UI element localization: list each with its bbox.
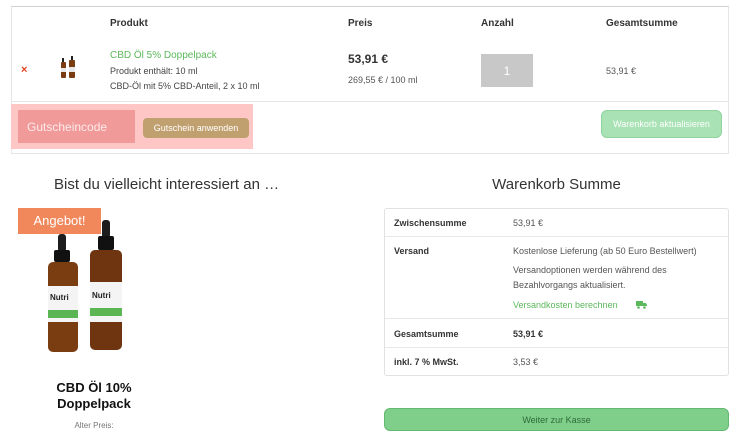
totals-divider [385, 318, 728, 319]
product-content: Produkt enthält: 10 ml [110, 66, 198, 76]
cart-totals-title: Warenkorb Summe [492, 176, 621, 193]
svg-text:Nutri: Nutri [50, 293, 69, 302]
shipping-note-line1: Versandoptionen werden während des [513, 265, 667, 275]
header-price: Preis [348, 18, 373, 29]
truck-icon[interactable] [636, 300, 647, 309]
product-name-link[interactable]: CBD Öl 5% Doppelpack [110, 50, 217, 61]
shipping-value: Kostenlose Lieferung (ab 50 Euro Bestell… [513, 246, 697, 256]
subtotal-label: Zwischensumme [394, 218, 467, 228]
product-description: CBD-Öl mit 5% CBD-Anteil, 2 x 10 ml [110, 81, 260, 91]
header-product: Produkt [110, 18, 148, 29]
tax-value: 3,53 € [513, 357, 539, 367]
header-quantity: Anzahl [481, 18, 514, 29]
update-cart-button[interactable]: Warenkorb aktualisieren [601, 110, 722, 138]
sale-badge: Angebot! [18, 208, 101, 234]
subtotal-value: 53,91 € [513, 218, 544, 228]
shipping-note-line2: Bezahlvorgangs aktualisiert. [513, 280, 626, 290]
proceed-to-checkout-button[interactable]: Weiter zur Kasse [384, 408, 729, 431]
cross-sell-product-name[interactable]: CBD Öl 10% Doppelpack [20, 380, 168, 412]
cross-sells-title: Bist du vielleicht interessiert an … [54, 176, 280, 193]
shipping-label: Versand [394, 246, 430, 256]
coupon-code-input[interactable] [18, 110, 135, 143]
shipping-calculator-link[interactable]: Versandkosten berechnen [513, 300, 618, 310]
tax-label: inkl. 7 % MwSt. [394, 357, 459, 367]
order-total-label: Gesamtsumme [394, 329, 459, 339]
product-image[interactable]: Nutri Nutri [46, 220, 142, 356]
quantity-input[interactable] [481, 54, 533, 87]
remove-item-icon[interactable]: × [21, 64, 27, 76]
item-row-total: 53,91 € [606, 66, 637, 76]
item-unit-price: 269,55 € / 100 ml [348, 75, 418, 85]
order-total-value: 53,91 € [513, 329, 544, 339]
old-price-label: Alter Preis: [74, 421, 114, 430]
apply-coupon-button[interactable]: Gutschein anwenden [143, 118, 249, 138]
item-price: 53,91 € [348, 52, 389, 66]
svg-text:Nutri: Nutri [92, 291, 111, 300]
row-divider [11, 101, 729, 102]
totals-divider [385, 236, 728, 237]
header-total: Gesamtsumme [606, 18, 678, 29]
product-thumbnail[interactable] [60, 56, 78, 80]
cart-totals-table [384, 208, 729, 376]
totals-divider [385, 347, 728, 348]
